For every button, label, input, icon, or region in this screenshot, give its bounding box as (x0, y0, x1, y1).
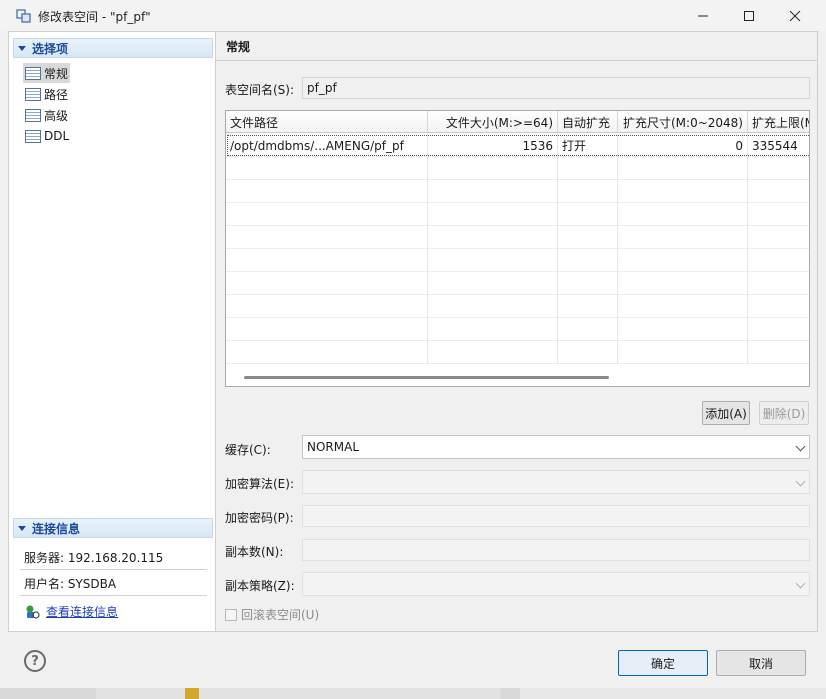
page-title: 常规 (226, 40, 251, 54)
nav-item-ddl[interactable]: DDL (23, 126, 71, 146)
tablespace-name-field[interactable]: pf_pf (302, 77, 810, 99)
left-pane: 选择项 常规 路径 高级 DDL 连接信息 服务器: 192.168.20.11… (8, 31, 216, 632)
cell-extend-size[interactable]: 0 (618, 134, 748, 157)
copies-field[interactable] (302, 539, 810, 561)
table-icon (25, 87, 41, 101)
cache-value: NORMAL (307, 440, 360, 454)
dialog-footer: ? 确定 取消 (0, 632, 826, 688)
server-info: 服务器: 192.168.20.115 (24, 551, 164, 565)
title-bar: 修改表空间 - "pf_pf" (0, 0, 826, 31)
empty-row (226, 249, 809, 272)
cache-select[interactable]: NORMAL (302, 435, 810, 459)
table-header: 文件路径 文件大小(M:>=64) 自动扩充 扩充尺寸(M:0~2048) 扩充… (226, 111, 809, 133)
checkbox-box[interactable] (225, 608, 237, 621)
copy-policy-select[interactable] (302, 572, 810, 596)
maximize-button[interactable] (726, 0, 772, 31)
encrypt-algorithm-label: 加密算法(E): (225, 477, 294, 491)
empty-row (226, 318, 809, 341)
nav-item-advanced[interactable]: 高级 (23, 105, 70, 125)
close-button[interactable] (772, 0, 818, 31)
minimize-icon (698, 15, 708, 16)
background-window (520, 688, 826, 699)
window-title: 修改表空间 - "pf_pf" (38, 10, 151, 24)
datafile-table[interactable]: 文件路径 文件大小(M:>=64) 自动扩充 扩充尺寸(M:0~2048) 扩充… (225, 110, 810, 387)
column-header-path[interactable]: 文件路径 (226, 111, 428, 133)
divider (216, 60, 818, 61)
horizontal-scrollbar[interactable] (244, 376, 609, 379)
table-icon (25, 108, 41, 122)
copy-policy-label: 副本策略(Z): (225, 579, 295, 593)
empty-row (226, 341, 809, 364)
empty-row (226, 203, 809, 226)
empty-row (226, 226, 809, 249)
chevron-down-icon (795, 476, 806, 487)
table-row[interactable]: /opt/dmdbms/...AMENG/pf_pf 1536 打开 0 335… (226, 134, 809, 157)
dialog-window: 修改表空间 - "pf_pf" 选择项 常规 路径 高级 DDL 连接信息 服务… (0, 0, 826, 688)
encrypt-password-field[interactable] (302, 505, 810, 527)
cell-autoextend[interactable]: 打开 (558, 134, 618, 157)
options-section-title: 选择项 (32, 41, 69, 56)
nav-item-label: 常规 (44, 66, 69, 81)
encrypt-algorithm-select[interactable] (302, 470, 810, 494)
minimize-button[interactable] (680, 0, 726, 31)
close-icon (789, 10, 801, 21)
app-icon (16, 9, 31, 23)
cancel-button[interactable]: 取消 (716, 650, 806, 676)
view-connection-link-row[interactable]: 查看连接信息 (24, 603, 118, 620)
maximize-icon (744, 10, 754, 21)
empty-row (226, 157, 809, 180)
add-button[interactable]: 添加(A) (702, 401, 750, 425)
empty-row (226, 272, 809, 295)
column-header-size[interactable]: 文件大小(M:>=64) (428, 111, 558, 133)
view-connection-link[interactable]: 查看连接信息 (46, 603, 118, 620)
divider (20, 595, 207, 596)
chevron-down-icon (795, 441, 806, 452)
cache-label: 缓存(C): (225, 443, 271, 457)
rollback-tablespace-checkbox[interactable]: 回滚表空间(U) (225, 606, 319, 623)
divider (20, 569, 207, 570)
collapse-triangle-icon (18, 525, 26, 531)
cell-path[interactable]: /opt/dmdbms/...AMENG/pf_pf (226, 134, 428, 157)
column-header-autoextend[interactable]: 自动扩充 (558, 111, 618, 133)
tablespace-name-label: 表空间名(S): (225, 83, 295, 97)
connection-section-title: 连接信息 (32, 521, 81, 536)
nav-item-label: 高级 (44, 108, 69, 123)
ok-button[interactable]: 确定 (618, 650, 708, 676)
nav-item-label: DDL (44, 129, 70, 143)
cell-size[interactable]: 1536 (428, 134, 558, 157)
nav-item-general[interactable]: 常规 (23, 63, 71, 83)
delete-button[interactable]: 删除(D) (759, 401, 809, 425)
options-section-header[interactable]: 选择项 (13, 38, 213, 58)
table-icon (25, 129, 41, 143)
column-header-extend-limit[interactable]: 扩充上限(M (748, 111, 809, 133)
folder-icon (185, 688, 199, 699)
general-page: 常规 表空间名(S): pf_pf 文件路径 文件大小(M:>=64) 自动扩充… (216, 31, 818, 632)
cell-extend-limit[interactable]: 335544 (748, 134, 809, 157)
column-header-extend-size[interactable]: 扩充尺寸(M:0~2048) (618, 111, 748, 133)
encrypt-password-label: 加密密码(P): (225, 511, 294, 525)
tablespace-name-value: pf_pf (307, 81, 337, 95)
table-icon (25, 66, 41, 80)
empty-row (226, 295, 809, 318)
nav-item-path[interactable]: 路径 (23, 84, 70, 104)
collapse-triangle-icon (18, 45, 26, 51)
nav-item-label: 路径 (44, 87, 69, 102)
help-icon[interactable]: ? (24, 650, 46, 672)
chevron-down-icon (795, 578, 806, 589)
empty-row (226, 180, 809, 203)
copies-label: 副本数(N): (225, 545, 284, 559)
rollback-tablespace-label: 回滚表空间(U) (241, 608, 320, 622)
user-info: 用户名: SYSDBA (24, 577, 117, 591)
background-window (96, 688, 500, 699)
connection-section-header[interactable]: 连接信息 (13, 518, 213, 538)
connection-info-icon (26, 605, 40, 619)
